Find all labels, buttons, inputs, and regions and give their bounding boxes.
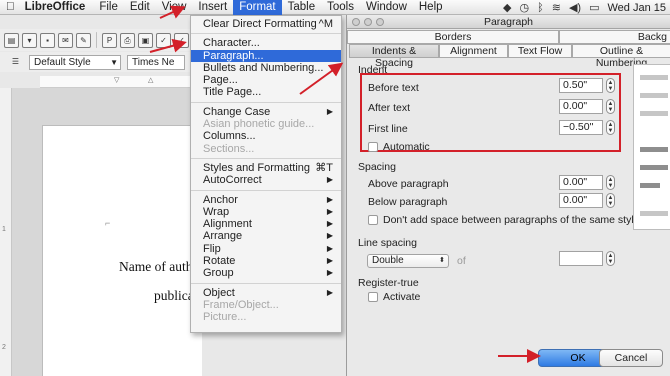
arrow-to-dialog [299, 62, 344, 95]
arrow-to-paragraph-item [149, 38, 187, 53]
annotation-arrows [149, 5, 541, 363]
arrow-to-format-menu [159, 5, 186, 19]
